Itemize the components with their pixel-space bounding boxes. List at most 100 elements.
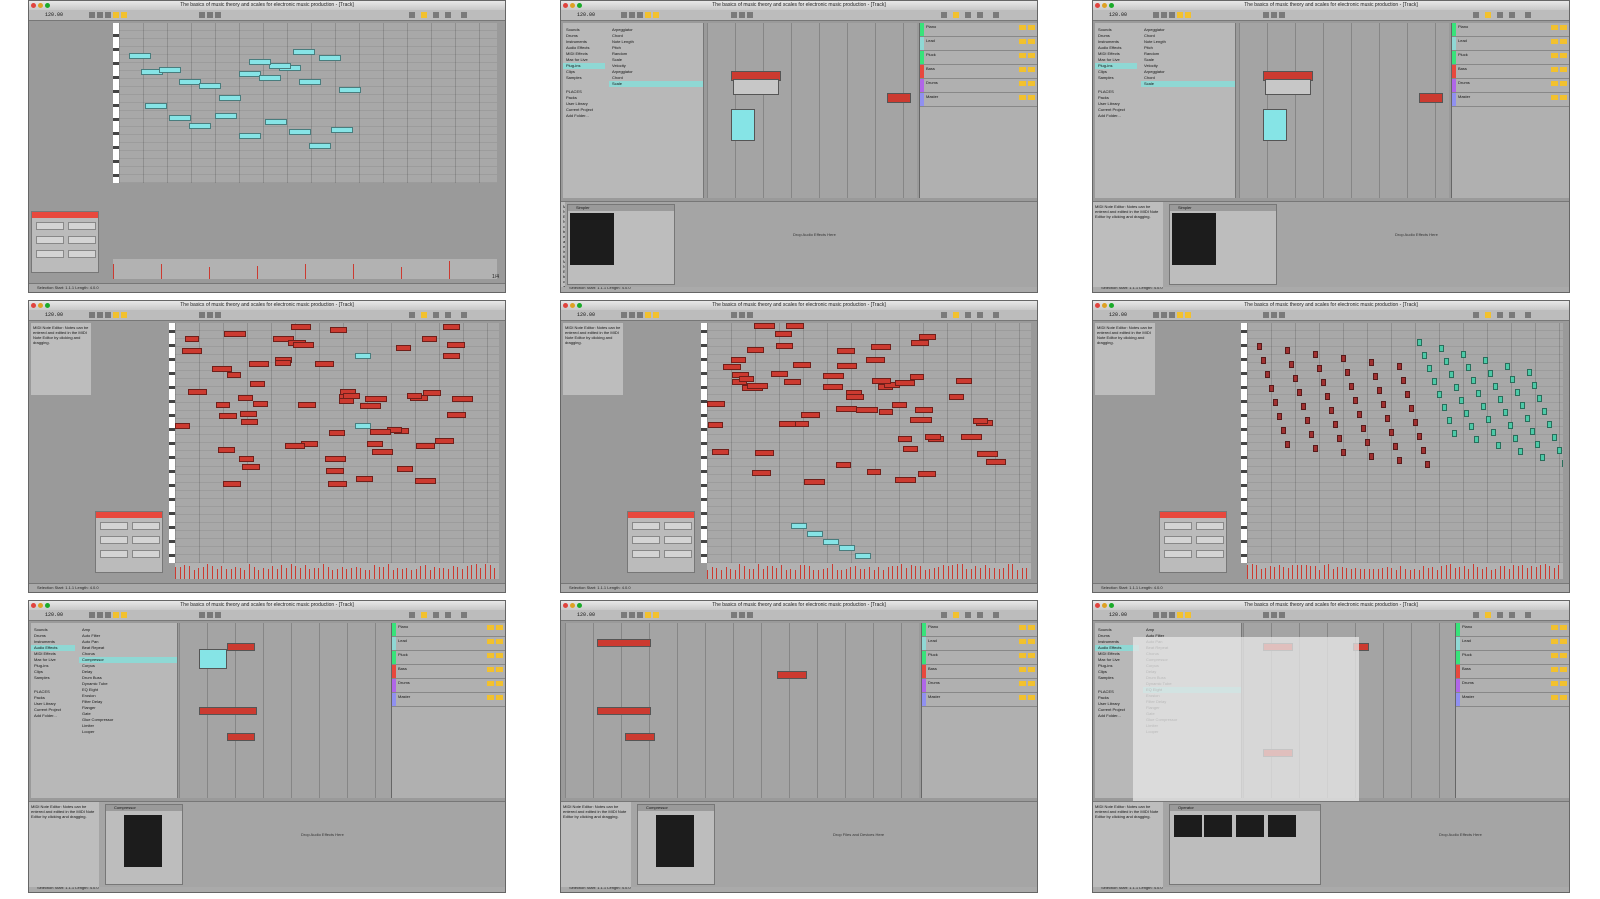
velocity-marker[interactable]	[1540, 565, 1541, 579]
midi-note[interactable]	[892, 402, 907, 408]
midi-note[interactable]	[145, 103, 167, 109]
velocity-marker[interactable]	[726, 567, 727, 579]
track-solo-button[interactable]	[1028, 39, 1035, 44]
zoom-window-button[interactable]	[577, 303, 582, 308]
velocity-marker[interactable]	[443, 568, 444, 579]
velocity-marker[interactable]	[374, 565, 375, 579]
tempo-field[interactable]: 120.00	[577, 612, 595, 618]
velocity-marker[interactable]	[388, 564, 389, 579]
track-activator-button[interactable]	[1551, 39, 1558, 44]
midi-note[interactable]	[1461, 351, 1466, 358]
midi-note[interactable]	[1474, 436, 1479, 443]
minimize-window-button[interactable]	[570, 303, 575, 308]
track-activator-button[interactable]	[1551, 695, 1558, 700]
velocity-marker[interactable]	[1360, 569, 1361, 579]
midi-note[interactable]	[239, 456, 254, 462]
velocity-marker[interactable]	[221, 566, 222, 579]
midi-note[interactable]	[1357, 411, 1362, 418]
clip-property-field[interactable]	[132, 536, 160, 544]
velocity-marker[interactable]	[323, 564, 324, 579]
track-solo-button[interactable]	[496, 653, 503, 658]
arrangement-clip[interactable]	[733, 79, 779, 95]
midi-note[interactable]	[259, 75, 281, 81]
track-activator-button[interactable]	[487, 681, 494, 686]
midi-note[interactable]	[1361, 425, 1366, 432]
track-activator-button[interactable]	[1551, 25, 1558, 30]
control-bar-toggle[interactable]	[1509, 12, 1515, 18]
midi-note[interactable]	[1476, 390, 1481, 397]
midi-note[interactable]	[1413, 419, 1418, 426]
midi-note[interactable]	[241, 419, 258, 425]
transport-button[interactable]	[97, 312, 103, 318]
transport-button[interactable]	[215, 312, 221, 318]
midi-note[interactable]	[855, 553, 871, 559]
midi-note[interactable]	[1464, 410, 1469, 417]
velocity-marker[interactable]	[332, 570, 333, 579]
velocity-marker[interactable]	[393, 570, 394, 579]
transport-button[interactable]	[97, 12, 103, 18]
velocity-marker[interactable]	[207, 564, 208, 579]
transport-button[interactable]	[121, 312, 127, 318]
midi-note[interactable]	[919, 334, 936, 340]
transport-button[interactable]	[207, 12, 213, 18]
velocity-marker[interactable]	[781, 565, 782, 579]
velocity-marker[interactable]	[365, 570, 366, 579]
velocity-marker[interactable]	[1405, 569, 1406, 579]
midi-note[interactable]	[739, 376, 754, 382]
velocity-marker[interactable]	[735, 570, 736, 579]
tempo-field[interactable]: 120.00	[1109, 612, 1127, 618]
velocity-marker[interactable]	[209, 267, 210, 279]
track-header[interactable]: Bass	[922, 665, 1037, 679]
velocity-marker[interactable]	[494, 568, 495, 579]
velocity-marker[interactable]	[1017, 570, 1018, 579]
midi-note[interactable]	[708, 422, 723, 428]
velocity-marker[interactable]	[268, 569, 269, 579]
midi-note[interactable]	[216, 402, 230, 408]
midi-note[interactable]	[1273, 399, 1278, 406]
clip-property-field[interactable]	[664, 522, 692, 530]
midi-note[interactable]	[1481, 403, 1486, 410]
clip-property-field[interactable]	[68, 222, 96, 230]
track-activator-button[interactable]	[1551, 639, 1558, 644]
velocity-marker[interactable]	[1437, 570, 1438, 579]
midi-note[interactable]	[1417, 339, 1422, 346]
midi-note[interactable]	[1261, 357, 1266, 364]
control-bar-toggle[interactable]	[941, 612, 947, 618]
velocity-marker[interactable]	[383, 567, 384, 579]
zoom-window-button[interactable]	[1109, 603, 1114, 608]
transport-button[interactable]	[113, 612, 119, 618]
midi-note[interactable]	[416, 443, 435, 449]
transport-button[interactable]	[207, 612, 213, 618]
midi-note[interactable]	[269, 63, 291, 69]
velocity-marker[interactable]	[1450, 564, 1451, 579]
clip-property-field[interactable]	[1164, 522, 1192, 530]
transport-button[interactable]	[1169, 312, 1175, 318]
track-activator-button[interactable]	[1019, 25, 1026, 30]
minimize-window-button[interactable]	[38, 303, 43, 308]
velocity-marker[interactable]	[1545, 564, 1546, 579]
transport-button[interactable]	[621, 612, 627, 618]
velocity-marker[interactable]	[716, 568, 717, 579]
midi-note[interactable]	[1341, 449, 1346, 456]
transport-button[interactable]	[1153, 612, 1159, 618]
track-solo-button[interactable]	[1560, 25, 1567, 30]
track-header[interactable]: Piano	[1452, 23, 1569, 37]
velocity-marker[interactable]	[1319, 570, 1320, 579]
velocity-marker[interactable]	[874, 570, 875, 579]
close-window-button[interactable]	[1095, 303, 1100, 308]
velocity-marker[interactable]	[943, 565, 944, 579]
midi-note[interactable]	[1537, 395, 1542, 402]
midi-note[interactable]	[239, 133, 261, 139]
clip-property-field[interactable]	[100, 550, 128, 558]
velocity-marker[interactable]	[892, 566, 893, 579]
midi-note[interactable]	[328, 481, 347, 487]
track-activator-button[interactable]	[1019, 53, 1026, 58]
track-activator-button[interactable]	[487, 625, 494, 630]
transport-button[interactable]	[1153, 312, 1159, 318]
velocity-marker[interactable]	[948, 566, 949, 579]
midi-note[interactable]	[1269, 385, 1274, 392]
velocity-marker[interactable]	[369, 570, 370, 579]
midi-note[interactable]	[1508, 422, 1513, 429]
midi-note[interactable]	[1491, 429, 1496, 436]
track-solo-button[interactable]	[1028, 653, 1035, 658]
